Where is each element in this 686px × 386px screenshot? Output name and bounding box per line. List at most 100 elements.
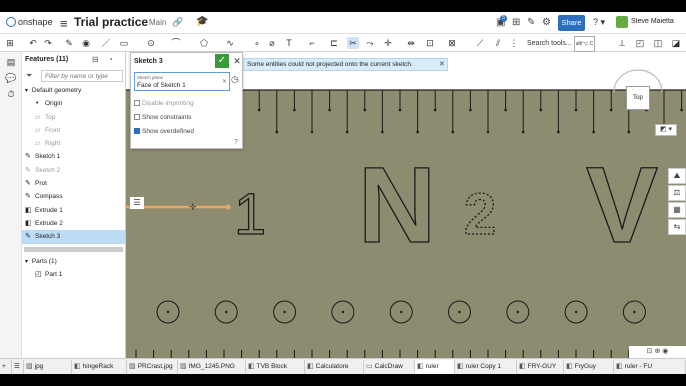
- extrude-icon[interactable]: ◉: [80, 37, 92, 49]
- app-store-icon[interactable]: ⊞: [512, 17, 520, 28]
- construction-icon[interactable]: ⌀: [266, 37, 278, 49]
- cancel-button[interactable]: ✕: [231, 55, 243, 67]
- point-tool-icon[interactable]: ∘: [251, 37, 263, 49]
- offset-tool-icon[interactable]: ⊏: [328, 37, 340, 49]
- undo-icon[interactable]: ↶: [27, 37, 39, 49]
- feature-item-top[interactable]: ▱ Top: [22, 111, 125, 124]
- parts-group[interactable]: ▾ Parts (1): [22, 255, 125, 268]
- menu-icon[interactable]: ≡: [60, 16, 68, 31]
- redo-icon[interactable]: ↷: [42, 37, 54, 49]
- split-tool-icon[interactable]: ✛: [382, 37, 394, 49]
- close-icon[interactable]: ✕: [439, 59, 445, 70]
- fillet-tool-icon[interactable]: ⌐: [306, 37, 318, 49]
- disable-imprinting-checkbox[interactable]: [134, 100, 140, 106]
- view-cube[interactable]: Top: [626, 86, 650, 110]
- tab-ruler[interactable]: ◧ ruler: [415, 360, 455, 374]
- user-name[interactable]: Steve Maietta: [631, 18, 674, 25]
- dimension-tool-icon[interactable]: ⟋: [474, 37, 486, 49]
- search-tools-input[interactable]: Search tools... alt/⌥ C: [524, 36, 610, 52]
- constraint-tool-icon[interactable]: ⫽: [492, 37, 504, 49]
- trim-tool-icon[interactable]: ✂: [347, 37, 359, 49]
- feature-item-sketch-1[interactable]: ✎ Sketch 1: [22, 150, 125, 163]
- sketch-glyph-2[interactable]: 2: [463, 181, 497, 247]
- view-normal-icon[interactable]: ◷: [231, 74, 239, 85]
- feature-item-sketch-2[interactable]: ✎ Sketch 2: [22, 164, 125, 177]
- tab-ruler-fu[interactable]: ◧ ruler - FU: [614, 360, 686, 374]
- sketch-glyph-1[interactable]: 1: [233, 181, 267, 247]
- sketch-glyph-n[interactable]: N: [357, 143, 436, 265]
- transform-tool-icon[interactable]: ⊠: [446, 37, 458, 49]
- more-tools-icon[interactable]: ⋮: [508, 37, 520, 49]
- configurations-icon[interactable]: ⇆: [668, 219, 686, 235]
- render-mode-icon[interactable]: ◪: [670, 37, 682, 49]
- tab-fryguy[interactable]: ◧ FryGuy: [564, 360, 614, 374]
- tab-ruler-copy-1[interactable]: ◧ ruler Copy 1: [455, 360, 517, 374]
- help-icon[interactable]: ?: [234, 139, 238, 146]
- sketch-plane-field[interactable]: Sketch plane Face of Sketch 1 ✕: [134, 72, 230, 91]
- feature-item-front[interactable]: ▱ Front: [22, 124, 125, 137]
- rectangle-tool-icon[interactable]: ▭: [118, 37, 130, 49]
- tab-tvb-block[interactable]: ◧ TVB Block: [246, 360, 305, 374]
- pattern-tool-icon[interactable]: ⊡: [424, 37, 436, 49]
- document-title[interactable]: Trial practice: [74, 15, 148, 29]
- zoom-icon[interactable]: ⊕: [654, 348, 660, 355]
- feature-item-default-geometry[interactable]: ▾ Default geometry: [22, 84, 125, 97]
- clear-selection-icon[interactable]: ✕: [222, 78, 227, 85]
- learning-center-icon[interactable]: 🎓: [196, 16, 208, 27]
- extend-tool-icon[interactable]: ⤳: [364, 37, 376, 49]
- feature-item-right[interactable]: ▱ Right: [22, 137, 125, 150]
- tab-img-1245[interactable]: ▨ IMG_1245.PNG: [178, 360, 246, 374]
- collapse-icon[interactable]: ◔: [108, 55, 113, 64]
- polygon-tool-icon[interactable]: ⬠: [198, 37, 210, 49]
- feature-item-extrude-2[interactable]: ◧ Extrude 2: [22, 217, 125, 230]
- history-icon[interactable]: ⏱: [5, 89, 17, 101]
- onshape-logo[interactable]: onshape: [6, 17, 53, 27]
- rollback-bar[interactable]: [24, 246, 123, 252]
- settings-icon[interactable]: ⚙: [542, 17, 551, 28]
- accept-button[interactable]: ✓: [215, 54, 229, 68]
- branch-label[interactable]: Main: [149, 18, 166, 27]
- tab-prcrast[interactable]: ▨ PRCrast.jpg: [127, 360, 178, 374]
- feature-item-extrude-1[interactable]: ◧ Extrude 1: [22, 204, 125, 217]
- feature-item-origin[interactable]: • Origin: [22, 97, 125, 110]
- appearance-icon[interactable]: ⛰: [668, 168, 686, 184]
- variables-icon[interactable]: ▦: [668, 202, 686, 218]
- insert-tab-button[interactable]: +: [0, 360, 12, 374]
- tab-fry-guy[interactable]: ◧ FRY-GUY: [517, 360, 564, 374]
- comments-icon[interactable]: ✎: [527, 17, 535, 28]
- filter-icon[interactable]: ⏷: [26, 71, 32, 81]
- sketch-glyph-v[interactable]: V: [585, 143, 658, 265]
- show-overdefined-checkbox[interactable]: [134, 128, 140, 134]
- text-tool-icon[interactable]: T: [283, 37, 295, 49]
- fit-icon[interactable]: ⊡: [647, 348, 653, 355]
- spline-tool-icon[interactable]: ∿: [224, 37, 236, 49]
- feature-item-compass[interactable]: ✎ Compass: [22, 190, 125, 203]
- tab-hingerack[interactable]: ◧ hingeRack: [72, 360, 127, 374]
- feature-filter-input[interactable]: [41, 70, 123, 82]
- features-list-icon[interactable]: ▤: [5, 57, 17, 69]
- bottom-right-icons[interactable]: ⊡ ⊕ ◉: [629, 346, 686, 358]
- arc-tool-icon[interactable]: ⌒: [170, 37, 182, 49]
- feature-item-sketch-3[interactable]: ✎ Sketch 3: [22, 230, 125, 244]
- tab-list-button[interactable]: ☰: [12, 360, 24, 374]
- share-button[interactable]: Share: [558, 15, 585, 31]
- list-icon[interactable]: ☰: [130, 197, 144, 209]
- circle-tool-icon[interactable]: ⊙: [145, 37, 157, 49]
- camera-icon[interactable]: ◉: [662, 348, 668, 355]
- show-overdefined-option[interactable]: Show overdefined: [134, 127, 194, 137]
- measure-icon[interactable]: ⟂: [616, 37, 628, 49]
- help-button[interactable]: ? ▾: [593, 17, 605, 28]
- sketch-endpoint[interactable]: [225, 204, 231, 210]
- link-icon[interactable]: 🔗: [172, 17, 183, 28]
- tab-calcdraw[interactable]: ▭ CalcDraw: [364, 360, 415, 374]
- comments-panel-icon[interactable]: 💬: [5, 73, 17, 85]
- view-options-icon[interactable]: ◰: [634, 37, 646, 49]
- grid-icon[interactable]: ⊞: [4, 37, 16, 49]
- mirror-tool-icon[interactable]: ⇹: [405, 37, 417, 49]
- disable-imprinting-option[interactable]: Disable imprinting: [134, 99, 194, 109]
- show-constraints-checkbox[interactable]: [134, 114, 140, 120]
- tab-calculatore[interactable]: ◧ Calculatore: [305, 360, 364, 374]
- tab-jpg[interactable]: ▨ jpg: [24, 360, 72, 374]
- feature-item-prot[interactable]: ✎ Prot: [22, 177, 125, 190]
- mass-properties-icon[interactable]: ⚖: [668, 185, 686, 201]
